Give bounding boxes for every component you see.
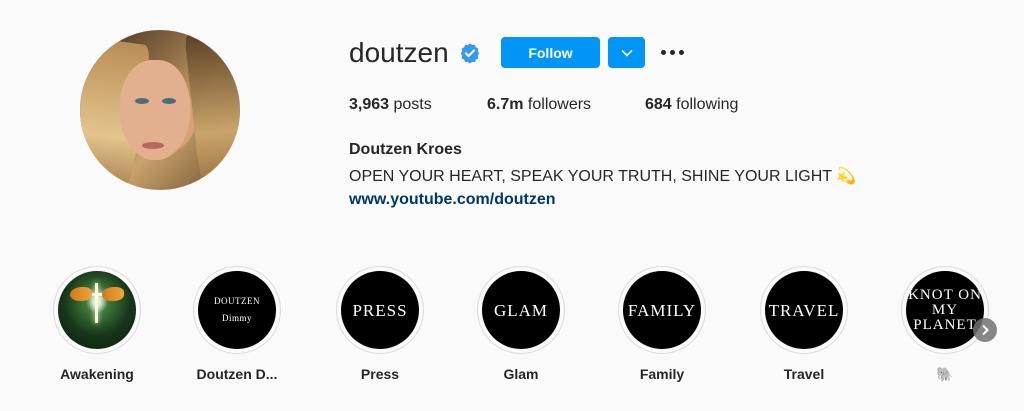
- more-dot-icon: [669, 49, 675, 55]
- profile-bio: OPEN YOUR HEART, SPEAK YOUR TRUTH, SHINE…: [349, 166, 856, 186]
- chevron-down-icon: [620, 49, 633, 57]
- highlight-ring: FAMILY: [618, 266, 706, 354]
- stat-following[interactable]: 684 following: [645, 95, 738, 115]
- highlight-label: 🐘: [936, 366, 954, 382]
- more-dot-icon: [660, 49, 666, 55]
- avatar-lips: [142, 142, 164, 149]
- profile-username: doutzen: [349, 37, 449, 68]
- highlight-label: Travel: [783, 366, 825, 382]
- highlight-item[interactable]: PRESS Press: [330, 266, 430, 382]
- suggested-accounts-dropdown-button[interactable]: [608, 37, 645, 68]
- avatar-hair: [184, 30, 240, 190]
- stat-label: followers: [527, 96, 592, 113]
- verified-badge-icon: [460, 43, 480, 64]
- highlight-ring: KNOT ON MY PLANET: [901, 266, 989, 354]
- follow-button[interactable]: Follow: [501, 37, 600, 68]
- highlight-cover-text: FAMILY: [623, 271, 701, 349]
- more-dot-icon: [678, 49, 684, 55]
- stat-value: 6.7m: [487, 96, 524, 113]
- highlight-item[interactable]: TRAVEL Travel: [754, 266, 854, 382]
- highlight-ring: DOUTZEN Dimmy: [193, 266, 281, 354]
- story-highlights: Awakening DOUTZEN Dimmy Doutzen D... PRE…: [0, 266, 1024, 396]
- profile-website-link[interactable]: www.youtube.com/doutzen: [349, 191, 556, 209]
- highlight-item[interactable]: DOUTZEN Dimmy Doutzen D...: [187, 266, 287, 382]
- stat-label: following: [676, 96, 739, 113]
- profile-full-name: Doutzen Kroes: [349, 141, 462, 158]
- chevron-right-icon: [982, 324, 989, 336]
- bio-emoji: 💫: [836, 168, 857, 185]
- highlight-label: Press: [360, 366, 400, 382]
- avatar-eye: [135, 98, 149, 104]
- stat-value: 3,963: [349, 96, 390, 113]
- bio-text: OPEN YOUR HEART, SPEAK YOUR TRUTH, SHINE…: [349, 168, 832, 185]
- highlight-cover-text: GLAM: [482, 271, 560, 349]
- highlight-cover-text: TRAVEL: [765, 271, 843, 349]
- stat-followers[interactable]: 6.7m followers: [487, 95, 591, 115]
- highlights-next-button[interactable]: [973, 318, 997, 342]
- highlight-cover-image: [58, 271, 136, 349]
- highlight-ring: TRAVEL: [760, 266, 848, 354]
- highlight-item[interactable]: GLAM Glam: [471, 266, 571, 382]
- highlight-cover-text: DOUTZEN Dimmy: [198, 271, 276, 349]
- butterfly-icon: [70, 287, 92, 301]
- highlight-label: Glam: [503, 366, 539, 382]
- highlight-ring: [53, 266, 141, 354]
- highlight-ring: GLAM: [477, 266, 565, 354]
- highlight-ring: PRESS: [336, 266, 424, 354]
- highlight-item[interactable]: Awakening: [47, 266, 147, 382]
- highlight-cover-text: KNOT ON MY PLANET: [906, 271, 984, 349]
- highlight-label: Awakening: [60, 366, 134, 382]
- stat-value: 684: [645, 96, 672, 113]
- stat-label: posts: [393, 96, 432, 113]
- profile-avatar[interactable]: [80, 30, 240, 190]
- cross-icon: [95, 283, 98, 323]
- highlight-label: Doutzen D...: [196, 366, 278, 382]
- avatar-eye: [162, 98, 176, 104]
- highlight-item[interactable]: FAMILY Family: [612, 266, 712, 382]
- highlight-cover-text: PRESS: [341, 271, 419, 349]
- stat-posts: 3,963 posts: [349, 95, 432, 115]
- more-options-button[interactable]: [659, 44, 685, 60]
- highlight-label: Family: [639, 366, 685, 382]
- butterfly-icon: [102, 287, 124, 301]
